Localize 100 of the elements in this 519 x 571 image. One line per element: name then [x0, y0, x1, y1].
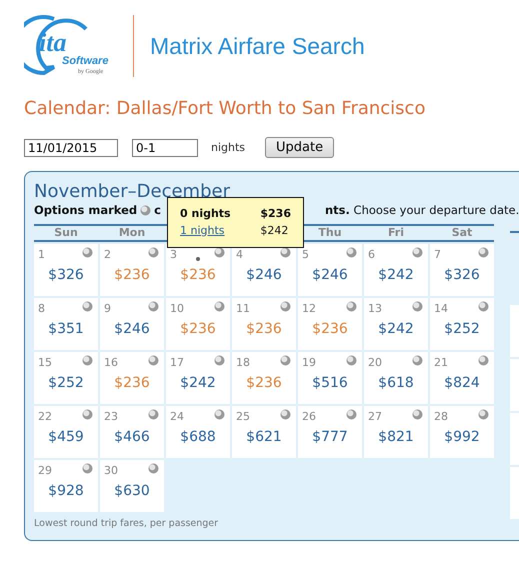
day-cell[interactable]: 12 $236 — [298, 298, 362, 350]
tooltip-price: $236 — [260, 207, 291, 222]
fare-price: $246 — [113, 321, 151, 337]
fare-price: $777 — [311, 429, 349, 445]
app-title: Matrix Airfare Search — [150, 32, 365, 60]
day-cell[interactable]: 11 $236 — [232, 298, 296, 350]
day-number: 10 — [170, 302, 184, 315]
day-cell[interactable]: 3 $236 — [166, 244, 230, 296]
day-cell[interactable]: 14 $252 — [430, 298, 494, 350]
day-number: 17 — [170, 356, 184, 369]
fare-price: $621 — [245, 429, 283, 445]
day-number: 4 — [236, 248, 243, 261]
day-cell[interactable]: 8 $351 — [34, 298, 98, 350]
day-number: 2 — [104, 248, 111, 261]
day-cell[interactable]: 15 $252 — [34, 352, 98, 404]
day-number: 24 — [170, 410, 184, 423]
fare-price: $246 — [311, 267, 349, 283]
day-cell[interactable]: 28 $992 — [430, 406, 494, 458]
fare-price: $516 — [311, 375, 349, 391]
day-cell[interactable]: 6 $242 — [364, 244, 428, 296]
day-cell[interactable]: 13 $242 — [364, 298, 428, 350]
fare-price: $928 — [47, 483, 85, 499]
fare-price: $252 — [443, 321, 481, 337]
day-cell[interactable]: 23 $466 — [100, 406, 164, 458]
nights-link[interactable]: 1 nights — [180, 224, 260, 238]
day-cell[interactable]: 7 $326 — [430, 244, 494, 296]
day-cell[interactable]: 2 $236 — [100, 244, 164, 296]
note-text: Options marked — [34, 203, 138, 217]
day-number: 8 — [38, 302, 45, 315]
footnote: Lowest round trip fares, per passenger — [34, 518, 220, 529]
day-number: 7 — [434, 248, 441, 261]
fare-price: $459 — [47, 429, 85, 445]
nights-label: nights — [211, 141, 246, 154]
day-number: 12 — [302, 302, 316, 315]
day-cell[interactable]: 30 $630 — [100, 460, 164, 512]
nights-option[interactable]: 0 nights — [180, 207, 260, 222]
page-title: Calendar: Dallas/Fort Worth to San Francisco — [24, 98, 426, 119]
day-number: 3 — [170, 248, 177, 261]
day-number: 25 — [236, 410, 250, 423]
fare-price: $236 — [179, 321, 217, 337]
weekday-header: Fri — [386, 226, 405, 240]
day-number: 29 — [38, 464, 52, 477]
fare-price: $630 — [113, 483, 151, 499]
day-number: 19 — [302, 356, 316, 369]
update-button[interactable]: Update — [265, 137, 334, 158]
weekday-header: Sat — [450, 226, 474, 240]
day-number: 1 — [38, 248, 45, 261]
fare-price: $236 — [113, 267, 151, 283]
day-cell[interactable]: 29 $928 — [34, 460, 98, 512]
day-number: 14 — [434, 302, 448, 315]
fare-price: $466 — [113, 429, 151, 445]
day-number: 27 — [368, 410, 382, 423]
day-cell[interactable]: 10 $236 — [166, 298, 230, 350]
day-number: 22 — [38, 410, 52, 423]
day-cell[interactable]: 21 $824 — [430, 352, 494, 404]
fare-price: $326 — [443, 267, 481, 283]
weekday-header: Sun — [53, 226, 79, 240]
fare-price: $242 — [179, 375, 217, 391]
fare-price: $236 — [113, 375, 151, 391]
day-cell[interactable]: 5 $246 — [298, 244, 362, 296]
day-number: 30 — [104, 464, 118, 477]
day-cell[interactable]: 1 $326 — [34, 244, 98, 296]
day-number: 23 — [104, 410, 118, 423]
day-number: 18 — [236, 356, 250, 369]
fare-price: $252 — [47, 375, 85, 391]
day-number: 13 — [368, 302, 382, 315]
day-cell[interactable]: 27 $821 — [364, 406, 428, 458]
fare-price: $688 — [179, 429, 217, 445]
day-number: 5 — [302, 248, 309, 261]
day-number: 21 — [434, 356, 448, 369]
day-cell[interactable]: 16 $236 — [100, 352, 164, 404]
fare-price: $326 — [47, 267, 85, 283]
day-cell[interactable]: 20 $618 — [364, 352, 428, 404]
fare-price: $242 — [377, 321, 415, 337]
month-title: November–December — [34, 182, 231, 202]
day-cell[interactable]: 9 $246 — [100, 298, 164, 350]
fare-price: $824 — [443, 375, 481, 391]
fare-price: $242 — [377, 267, 415, 283]
weekday-header: Mon — [118, 226, 146, 240]
day-number: 15 — [38, 356, 52, 369]
date-field[interactable]: 11/01/2015 — [24, 138, 118, 156]
note-text: c — [154, 203, 161, 217]
fare-price: $246 — [245, 267, 283, 283]
day-cell[interactable]: 22 $459 — [34, 406, 98, 458]
fare-price: $351 — [47, 321, 85, 337]
day-number: 11 — [236, 302, 250, 315]
day-cell[interactable]: 26 $777 — [298, 406, 362, 458]
day-cell[interactable]: 25 $621 — [232, 406, 296, 458]
fare-price: $821 — [377, 429, 415, 445]
day-number: 28 — [434, 410, 448, 423]
nights-field[interactable]: 0-1 — [132, 138, 198, 156]
day-cell[interactable]: 17 $242 — [166, 352, 230, 404]
day-cell[interactable]: 19 $516 — [298, 352, 362, 404]
fare-price: $618 — [377, 375, 415, 391]
day-number: 20 — [368, 356, 382, 369]
day-cell[interactable]: 24 $688 — [166, 406, 230, 458]
day-cell[interactable]: 18 $236 — [232, 352, 296, 404]
fare-price: $236 — [245, 375, 283, 391]
fare-price: $236 — [179, 267, 217, 283]
tooltip-price: $242 — [260, 224, 290, 238]
